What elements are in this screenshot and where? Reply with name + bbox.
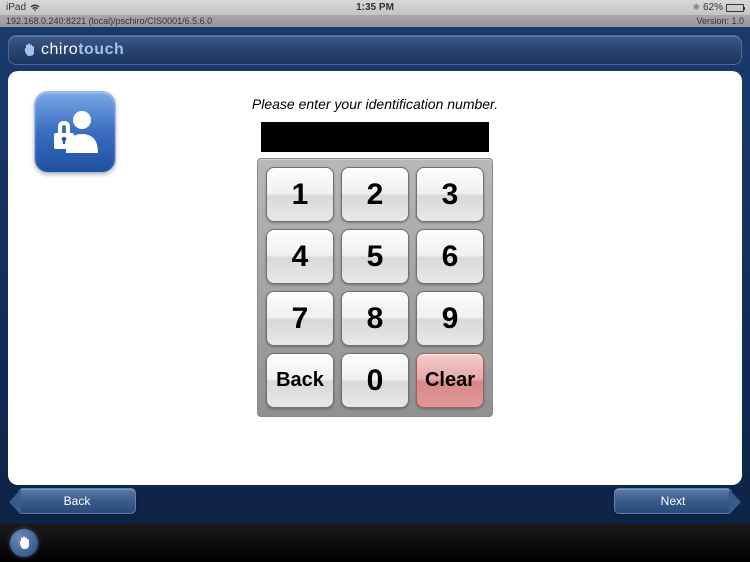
hand-icon bbox=[21, 42, 37, 58]
back-button-label: Back bbox=[64, 494, 91, 508]
keypad-7[interactable]: 7 bbox=[266, 291, 334, 346]
keypad-3[interactable]: 3 bbox=[416, 167, 484, 222]
logo-part1: chiro bbox=[41, 41, 78, 59]
content-panel: Please enter your identification number.… bbox=[8, 71, 742, 485]
keypad-0[interactable]: 0 bbox=[341, 353, 409, 408]
version-label: Version: 1.0 bbox=[696, 16, 744, 26]
keypad-8[interactable]: 8 bbox=[341, 291, 409, 346]
keypad-4[interactable]: 4 bbox=[266, 229, 334, 284]
keypad: 1 2 3 4 5 6 7 8 9 Back 0 Clear bbox=[257, 158, 493, 417]
keypad-5[interactable]: 5 bbox=[341, 229, 409, 284]
lock-user-icon bbox=[34, 91, 116, 173]
next-button[interactable]: Next bbox=[614, 488, 732, 514]
server-path: 192.168.0.240:8221 (local)/pschiro/CIS00… bbox=[6, 16, 212, 26]
logo-part2: touch bbox=[78, 41, 124, 59]
ios-status-bar: iPad 1:35 PM ✱ 62% bbox=[0, 0, 750, 15]
battery-icon bbox=[726, 4, 744, 12]
logo: chirotouch bbox=[41, 41, 124, 59]
url-bar: 192.168.0.240:8221 (local)/pschiro/CIS00… bbox=[0, 15, 750, 27]
keypad-9[interactable]: 9 bbox=[416, 291, 484, 346]
battery-percent: 62% bbox=[703, 2, 723, 13]
nav-bar: Back Next bbox=[18, 488, 732, 514]
prompt-text: Please enter your identification number. bbox=[28, 96, 722, 112]
pin-input-display bbox=[261, 122, 489, 152]
keypad-1[interactable]: 1 bbox=[266, 167, 334, 222]
clock: 1:35 PM bbox=[356, 2, 394, 13]
back-button[interactable]: Back bbox=[18, 488, 136, 514]
wifi-icon bbox=[30, 4, 40, 12]
keypad-clear[interactable]: Clear bbox=[416, 353, 484, 408]
next-button-label: Next bbox=[661, 494, 686, 508]
header-bar: chirotouch bbox=[8, 35, 742, 65]
app-frame: chirotouch Please enter your identificat… bbox=[0, 27, 750, 524]
device-label: iPad bbox=[6, 2, 26, 13]
keypad-back[interactable]: Back bbox=[266, 353, 334, 408]
keypad-6[interactable]: 6 bbox=[416, 229, 484, 284]
bluetooth-icon: ✱ bbox=[692, 2, 700, 13]
bottom-dock bbox=[0, 524, 750, 562]
dock-hand-icon[interactable] bbox=[10, 529, 38, 557]
keypad-2[interactable]: 2 bbox=[341, 167, 409, 222]
